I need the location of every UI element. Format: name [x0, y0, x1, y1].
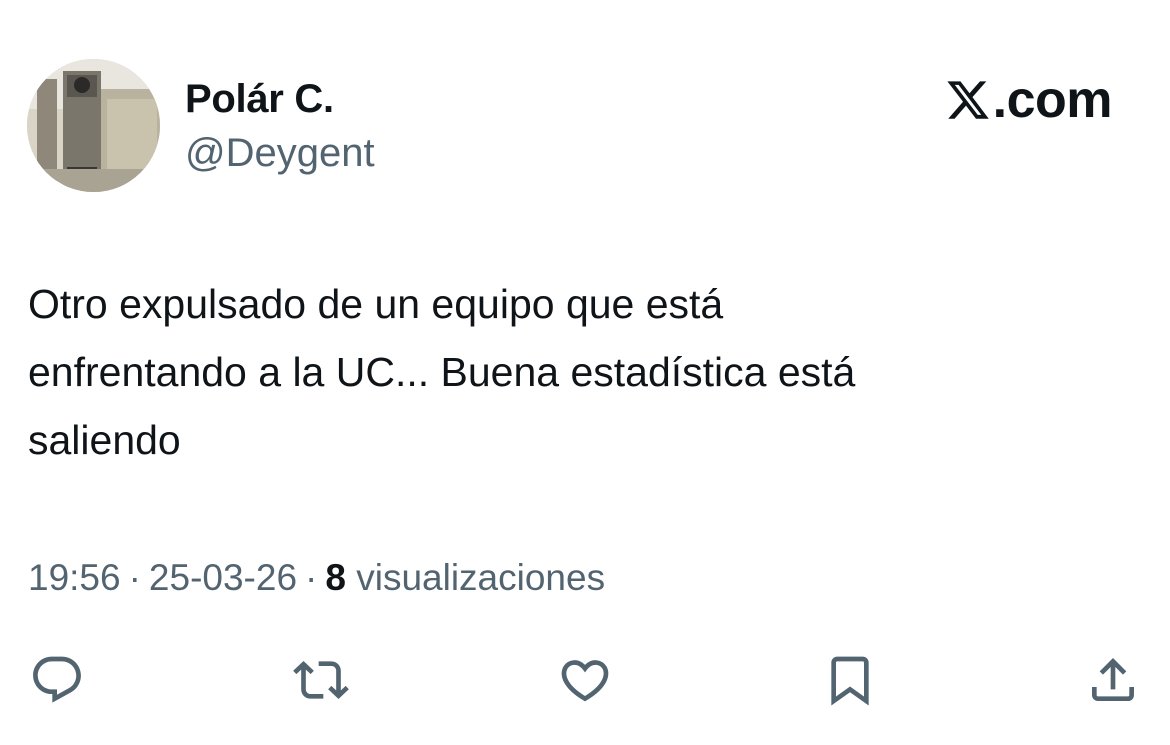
reply-button[interactable] — [27, 650, 87, 710]
x-logo-icon — [947, 81, 989, 119]
author-handle[interactable]: @Deygent — [185, 130, 375, 176]
retweet-button[interactable] — [291, 650, 351, 710]
retweet-icon — [293, 661, 349, 699]
share-icon — [1092, 658, 1134, 701]
bookmark-icon — [831, 656, 869, 706]
tweet-meta: 19:56 · 25-03-26 · 8 visualizaciones — [28, 555, 605, 601]
reply-icon — [33, 656, 81, 703]
meta-separator: · — [128, 557, 141, 598]
share-button[interactable] — [1083, 650, 1143, 710]
tweet-date[interactable]: 25-03-26 — [149, 557, 297, 598]
avatar[interactable] — [27, 59, 160, 192]
like-heart-icon — [561, 660, 609, 702]
like-button[interactable] — [555, 650, 615, 710]
action-bar — [0, 650, 1170, 710]
meta-separator: · — [305, 557, 318, 598]
author-display-name[interactable]: Polár C. — [185, 76, 334, 122]
tweet-text: Otro expulsado de un equipo que está enf… — [28, 281, 856, 463]
brand-watermark: .com — [945, 71, 1113, 129]
profile-photo — [27, 59, 160, 192]
tweet-time[interactable]: 19:56 — [28, 557, 121, 598]
bookmark-button[interactable] — [820, 650, 880, 710]
brand-label: .com — [992, 71, 1113, 129]
views-count: 8 — [325, 557, 346, 598]
views-label: visualizaciones — [356, 557, 606, 598]
